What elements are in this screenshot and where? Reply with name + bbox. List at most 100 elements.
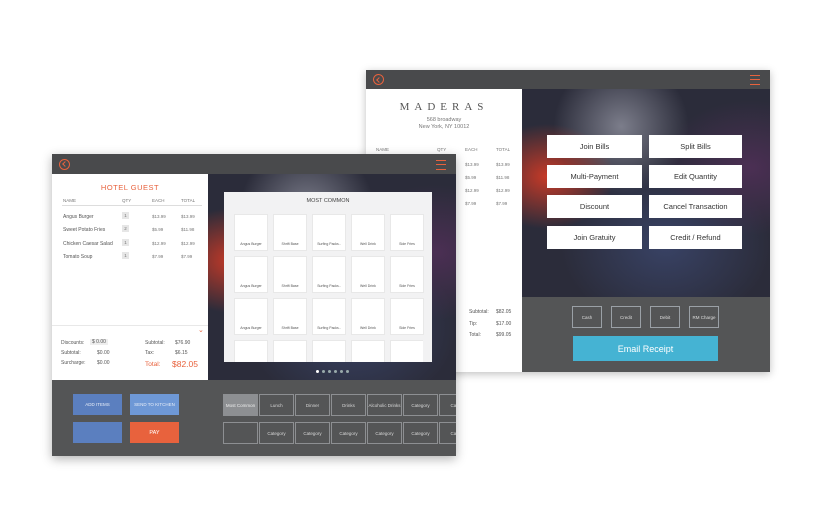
subtotal-left-value: $0.00	[97, 350, 110, 356]
join-gratuity-button[interactable]: Join Gratuity	[547, 226, 642, 249]
menu-tile-label: Angus Burger	[240, 326, 262, 330]
menu-tile[interactable]	[390, 340, 423, 362]
menu-tile[interactable]: Well Drink	[351, 256, 385, 293]
ticket-divider	[52, 325, 208, 326]
menu-tile[interactable]	[312, 340, 346, 362]
category-drinks[interactable]: Drinks	[331, 394, 366, 416]
menu-tile-label: Well Drink	[360, 326, 376, 330]
subtotal-value: $82.05	[496, 309, 512, 315]
category-item[interactable]: Category	[331, 422, 366, 444]
menu-tile-label: Angus Burger	[240, 242, 262, 246]
total-label: Total:	[469, 332, 481, 338]
item-total: $11.98	[181, 227, 195, 232]
discounts-input[interactable]: $ 0.00	[90, 339, 108, 345]
pay-button[interactable]: PAY	[130, 422, 179, 443]
tile-row-partial	[234, 340, 423, 362]
cancel-transaction-button[interactable]: Cancel Transaction	[649, 195, 742, 218]
add-items-button[interactable]: ADD ITEMS	[73, 394, 122, 415]
menu-tile[interactable]: Angus Burger	[234, 214, 268, 251]
total-value: $82.05	[172, 359, 198, 369]
blank-action-button[interactable]	[73, 422, 122, 443]
menu-tile[interactable]: Side Fries	[390, 256, 424, 293]
row-each: $13.99	[465, 162, 479, 167]
menu-tile-label: Shrift Base	[281, 242, 299, 246]
item-qty[interactable]: 1	[122, 212, 129, 219]
credit-button[interactable]: Credit	[611, 306, 641, 328]
menu-tile[interactable]: Shrift Base	[273, 298, 307, 335]
category-item[interactable]: Category	[403, 394, 438, 416]
category-lunch[interactable]: Lunch	[259, 394, 294, 416]
item-qty[interactable]: 1	[122, 252, 129, 259]
page-dot-active[interactable]	[316, 370, 319, 373]
item-each: $13.99	[152, 214, 166, 219]
row-total: $12.99	[496, 188, 510, 193]
split-bills-button[interactable]: Split Bills	[649, 135, 742, 158]
most-common-panel: MOST COMMON Angus Burger Shrift Base Sur…	[224, 192, 432, 362]
email-receipt-button[interactable]: Email Receipt	[573, 336, 718, 361]
item-qty[interactable]: 1	[122, 239, 129, 246]
category-bar: Most Common Lunch Dinner Drinks Alcoholi…	[208, 380, 456, 456]
menu-tile[interactable]	[273, 340, 307, 362]
menu-tile[interactable]: Surfing Packs..	[312, 256, 346, 293]
page-dot[interactable]	[346, 370, 349, 373]
category-most-common[interactable]: Most Common	[223, 394, 258, 416]
edit-quantity-button[interactable]: Edit Quantity	[649, 165, 742, 188]
chevron-down-icon[interactable]: ⌄	[198, 327, 204, 334]
item-total: $7.99	[181, 254, 193, 259]
category-item[interactable]: Category	[403, 422, 438, 444]
menu-tile[interactable]: Angus Burger	[234, 298, 268, 335]
row-each: $5.99	[465, 175, 477, 180]
back-icon[interactable]	[373, 74, 384, 85]
row-total: $7.99	[496, 201, 508, 206]
menu-tile[interactable]: Well Drink	[351, 298, 385, 335]
brand-logo: MADERAS	[399, 101, 489, 113]
menu-tile[interactable]	[351, 340, 385, 362]
menu-area: MOST COMMON Angus Burger Shrift Base Sur…	[208, 174, 456, 380]
credit-refund-button[interactable]: Credit / Refund	[649, 226, 742, 249]
category-item[interactable]: Category	[295, 422, 330, 444]
send-to-kitchen-button[interactable]: SEND TO KITCHEN	[130, 394, 179, 415]
row-each: $7.99	[465, 201, 477, 206]
page-dot[interactable]	[340, 370, 343, 373]
join-bills-button[interactable]: Join Bills	[547, 135, 642, 158]
menu-tile[interactable]: Shrift Base	[273, 214, 307, 251]
discount-button[interactable]: Discount	[547, 195, 642, 218]
menu-tile-label: Surfing Packs..	[317, 242, 341, 246]
multi-payment-button[interactable]: Multi-Payment	[547, 165, 642, 188]
category-empty[interactable]	[223, 422, 258, 444]
cash-button[interactable]: Cash	[572, 306, 602, 328]
debit-button[interactable]: Debit	[650, 306, 680, 328]
menu-tile[interactable]	[234, 340, 268, 362]
item-qty[interactable]: 2	[122, 225, 129, 232]
menu-tile[interactable]: Side Fries	[390, 214, 424, 251]
top-bar	[52, 154, 456, 174]
back-icon[interactable]	[59, 158, 70, 170]
category-item[interactable]: Category	[367, 422, 402, 444]
actions-area: Join Bills Split Bills Multi-Payment Edi…	[522, 89, 770, 297]
subtotal-value: $76.90	[175, 340, 191, 346]
menu-tile[interactable]: Shrift Base	[273, 256, 307, 293]
header-divider	[62, 205, 202, 206]
menu-tile[interactable]: Surfing Packs..	[312, 214, 346, 251]
menu-tile[interactable]: Well Drink	[351, 214, 385, 251]
address-line-2: New York, NY 10012	[418, 124, 470, 130]
menu-tile-label: Surfing Packs..	[317, 326, 341, 330]
page-dot[interactable]	[328, 370, 331, 373]
category-item[interactable]: Categ	[439, 422, 456, 444]
page-dot[interactable]	[322, 370, 325, 373]
menu-tile[interactable]: Surfing Packs..	[312, 298, 346, 335]
page-dots[interactable]	[316, 370, 350, 374]
category-dinner[interactable]: Dinner	[295, 394, 330, 416]
category-item[interactable]: Categ	[439, 394, 456, 416]
menu-tile[interactable]: Angus Burger	[234, 256, 268, 293]
category-item[interactable]: Category	[259, 422, 294, 444]
tip-label: Tip:	[469, 321, 478, 327]
col-total: TOTAL	[181, 198, 196, 203]
menu-tile-label: Shrift Base	[281, 284, 299, 288]
page-dot[interactable]	[334, 370, 337, 373]
rm-charge-button[interactable]: RM Charge	[689, 306, 719, 328]
category-alcoholic-drinks[interactable]: Alcoholic Drinks	[367, 394, 402, 416]
menu-icon[interactable]	[750, 75, 760, 85]
menu-icon[interactable]	[436, 160, 446, 170]
menu-tile[interactable]: Side Fries	[390, 298, 424, 335]
